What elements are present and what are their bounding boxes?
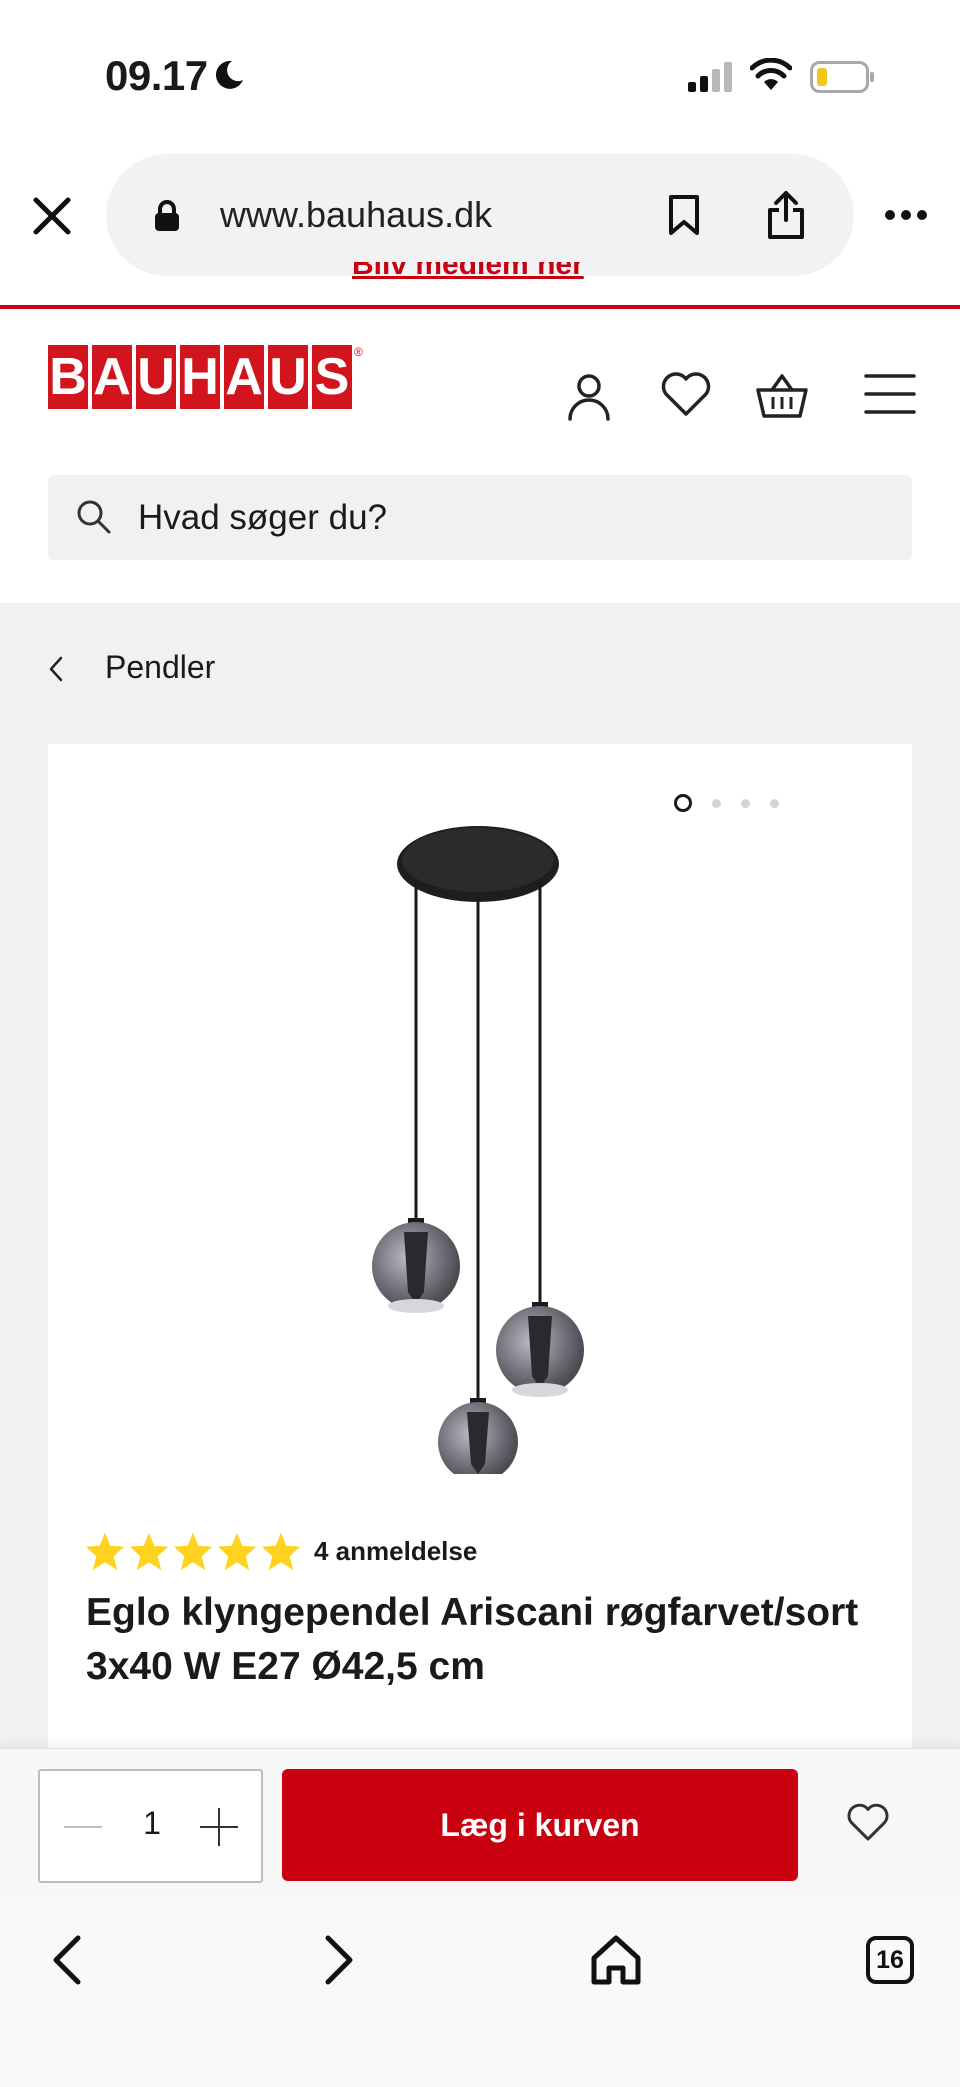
image-dot[interactable] [712, 798, 721, 808]
forward-icon[interactable] [318, 1932, 358, 1988]
star-icon [217, 1532, 257, 1571]
quantity-stepper: 1 [38, 1769, 263, 1883]
user-icon[interactable] [565, 372, 613, 422]
image-dot[interactable] [741, 798, 750, 808]
more-icon[interactable] [884, 208, 928, 222]
top-banner-link[interactable]: Bliv medlem her [352, 262, 607, 286]
image-pagination [674, 794, 779, 812]
url-text: www.bauhaus.dk [220, 194, 493, 235]
review-count: 4 anmeldelse [314, 1535, 478, 1566]
address-field[interactable]: www.bauhaus.dk [106, 154, 854, 276]
add-to-cart-button[interactable]: Læg i kurven [282, 1769, 798, 1881]
chevron-left-icon[interactable] [48, 655, 64, 683]
star-icon [129, 1532, 169, 1571]
wishlist-heart-icon[interactable] [846, 1803, 890, 1843]
battery-icon [810, 61, 874, 93]
share-icon[interactable] [766, 190, 806, 240]
decrease-quantity-button[interactable] [60, 1801, 108, 1853]
search-input[interactable]: Hvad søger du? [48, 475, 912, 560]
menu-icon[interactable] [864, 372, 916, 416]
image-dot[interactable] [770, 798, 779, 808]
quantity-value[interactable]: 1 [130, 1805, 174, 1842]
breadcrumb[interactable]: Pendler [105, 649, 215, 686]
wifi-icon [750, 58, 792, 90]
page: 09.17 www.bauhaus.dk Bliv medlem her B A… [0, 0, 960, 2087]
browser-url-bar: www.bauhaus.dk [0, 150, 960, 280]
search-icon [77, 500, 111, 534]
signal-icon [688, 62, 732, 92]
image-dot-active[interactable] [674, 794, 692, 812]
product-content: Pendler 4 anmeldelse Eglo klyngependel A… [0, 603, 960, 1784]
browser-toolbar: 16 [0, 1900, 960, 2087]
increase-quantity-button[interactable] [196, 1801, 244, 1853]
product-image[interactable] [298, 814, 658, 1474]
bookmark-icon[interactable] [666, 194, 702, 236]
status-bar: 09.17 [0, 0, 960, 150]
heart-icon[interactable] [660, 372, 712, 418]
rating-stars [84, 1531, 302, 1571]
star-icon [173, 1532, 213, 1571]
header-divider [0, 305, 960, 309]
star-icon [261, 1532, 301, 1571]
product-title: Eglo klyngependel Ariscani røgfarvet/sor… [86, 1591, 859, 1688]
bauhaus-logo[interactable]: B A U H A U S ® [48, 345, 363, 409]
back-icon[interactable] [48, 1932, 88, 1988]
status-time: 09.17 [105, 52, 208, 99]
product-rating[interactable]: 4 anmeldelse [84, 1531, 477, 1571]
search-placeholder: Hvad søger du? [138, 498, 388, 537]
home-icon[interactable] [590, 1932, 642, 1988]
add-to-cart-bar: 1 Læg i kurven [0, 1748, 960, 1900]
moon-icon [215, 60, 243, 89]
basket-icon[interactable] [755, 372, 809, 420]
tab-count: 16 [866, 1936, 914, 1984]
tabs-icon[interactable]: 16 [866, 1936, 914, 1984]
product-card: 4 anmeldelse Eglo klyngependel Ariscani … [48, 744, 912, 1784]
star-icon [85, 1532, 125, 1571]
close-icon[interactable] [28, 192, 76, 240]
lock-icon [155, 200, 179, 231]
